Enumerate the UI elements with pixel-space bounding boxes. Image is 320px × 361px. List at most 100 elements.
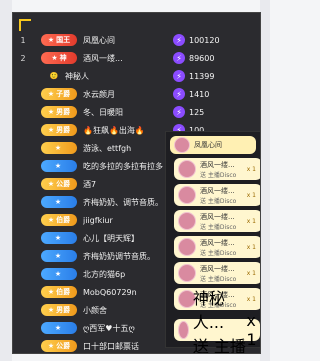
score-value: 89600 [189,53,215,63]
rank-badge: ★ 公爵 [41,178,77,190]
avatar [174,137,190,153]
avatar [178,264,196,282]
star-icon: ★ [47,108,55,116]
star-icon: ★ [47,288,55,296]
rank-badge: ★ 国王 [41,34,77,46]
leaderboard-frame: 1 ★ 国王 凤凰心间 ⚡ 100120 2 ★ 神 酒风一缕... ⚡ 896… [12,12,261,354]
corner-accent [19,19,31,31]
gift-multiplier: x 1 [246,269,256,277]
star-icon: ★ [47,180,55,188]
gift-panel: 凤凰心间 酒风一缕... 送 主播Disco x 1 酒风一缕... 送 主播D… [165,131,260,353]
gift-multiplier: x 1 [246,191,256,199]
score-value: 125 [189,107,205,117]
avatar [178,321,189,339]
avatar [178,160,196,178]
lightning-coin-icon: ⚡ [173,88,185,100]
gift-sender: 酒风一缕... [200,264,235,273]
lightning-coin-icon: ⚡ [173,52,185,64]
gift-card[interactable]: 酒风一缕... 送 主播Disco x 1 [174,262,260,284]
star-icon: ★ [54,198,62,206]
rank-badge: ★ 公爵 [41,340,77,352]
star-icon: ★ [47,90,55,98]
leaderboard-row[interactable]: 1 ★ 国王 凤凰心间 ⚡ 100120 [13,31,260,49]
rank-badge: ★ [41,142,77,154]
panel-header-title: 凤凰心间 [194,141,222,149]
lightning-coin-icon: ⚡ [173,70,185,82]
gift-multiplier: x 1 [246,311,257,349]
user-name: 神秘人 [65,71,89,81]
gift-sender: 酒风一缕... [200,212,235,221]
rank-badge: ★ 伯爵 [41,286,77,298]
leaderboard-row[interactable]: ★ 男爵 冬、日暖阳 ⚡ 125 [13,103,260,121]
user-name: 酒风一缕... [83,53,123,63]
gift-multiplier: x 1 [246,243,256,251]
rank-badge: ★ [41,268,77,280]
right-blur-area [260,0,270,361]
gift-multiplier: x 1 [246,295,256,303]
score-group: ⚡ 89600 [173,52,214,64]
gift-sender: 酒风一缕... [200,186,235,195]
star-icon: ★ [54,144,62,152]
rank-badge: ★ [41,196,77,208]
panel-header: 凤凰心间 [170,136,256,154]
score-value: 1410 [189,89,210,99]
gift-multiplier: x 1 [246,217,256,225]
score-group: ⚡ 100120 [173,34,220,46]
gift-multiplier: x 1 [246,165,256,173]
lightning-coin-icon: ⚡ [173,34,185,46]
gift-target: 送 主播Disco [200,223,237,231]
gift-card[interactable]: 酒风一缕... 送 主播Disco x 1 [174,236,260,258]
gift-target: 送 主播Disco [200,171,237,179]
user-name: 冬、日暖阳 [83,107,123,117]
leaderboard-row[interactable]: 2 ★ 神 酒风一缕... ⚡ 89600 [13,49,260,67]
gift-target: 送 主播Disco [200,197,237,205]
gift-card[interactable]: 神秘人... 送 主播Disco x 1 [174,289,260,353]
score-group: ⚡ 125 [173,106,204,118]
rank-badge: ★ [41,232,77,244]
score-value: 100120 [189,35,220,45]
avatar [178,238,196,256]
rank-badge: ★ 伯爵 [41,214,77,226]
star-icon: ★ [47,216,55,224]
score-group: ⚡ 1410 [173,88,209,100]
gift-card[interactable]: 酒风一缕... 送 主播Disco x 1 [174,210,260,232]
left-blur-area [0,0,12,361]
gift-sender: 酒风一缕... [200,238,235,247]
rank-number: 2 [20,53,26,63]
star-icon: ★ [51,54,58,62]
star-icon: ★ [54,252,62,260]
rank-number: 1 [20,35,26,45]
rank-badge: ★ [41,160,77,172]
gift-card[interactable]: 酒风一缕... 送 主播Disco x 1 [174,184,260,206]
rank-badge: ★ 男爵 [41,124,77,136]
gift-sender: 酒风一缕... [200,160,235,169]
star-icon: ★ [54,234,62,242]
leaderboard-row[interactable]: 🙂 神秘人 ⚡ 11399 [13,67,260,85]
star-icon: ★ [47,126,55,134]
rank-badge: ★ [41,322,77,334]
gift-target: 送 主播Disco [200,249,237,257]
star-icon: ★ [47,342,55,350]
rank-badge: ★ 男爵 [41,106,77,118]
rank-badge: ★ [41,250,77,262]
star-icon: ★ [54,270,62,278]
score-value: 11399 [189,71,215,81]
user-name: 水云颜月 [83,89,115,99]
gift-target: 送 主播Disco [200,275,237,283]
avatar [178,212,196,230]
gift-card[interactable]: 酒风一缕... 送 主播Disco x 1 [174,158,260,180]
avatar [178,186,196,204]
star-icon: ★ [54,162,62,170]
avatar-icon: 🙂 [49,72,59,80]
star-icon: ★ [54,324,62,332]
rank-badge: ★ 神 [41,52,77,64]
leaderboard-row[interactable]: ★ 子爵 水云颜月 ⚡ 1410 [13,85,260,103]
score-group: ⚡ 11399 [173,70,214,82]
star-icon: ★ [47,36,55,44]
user-name: 凤凰心间 [83,35,115,45]
star-icon: ★ [47,306,55,314]
rank-badge: ★ 子爵 [41,88,77,100]
gift-target: 送 主播Disco [192,336,246,354]
rank-badge: ★ 男爵 [41,304,77,316]
gift-sender: 神秘人... [192,288,225,332]
